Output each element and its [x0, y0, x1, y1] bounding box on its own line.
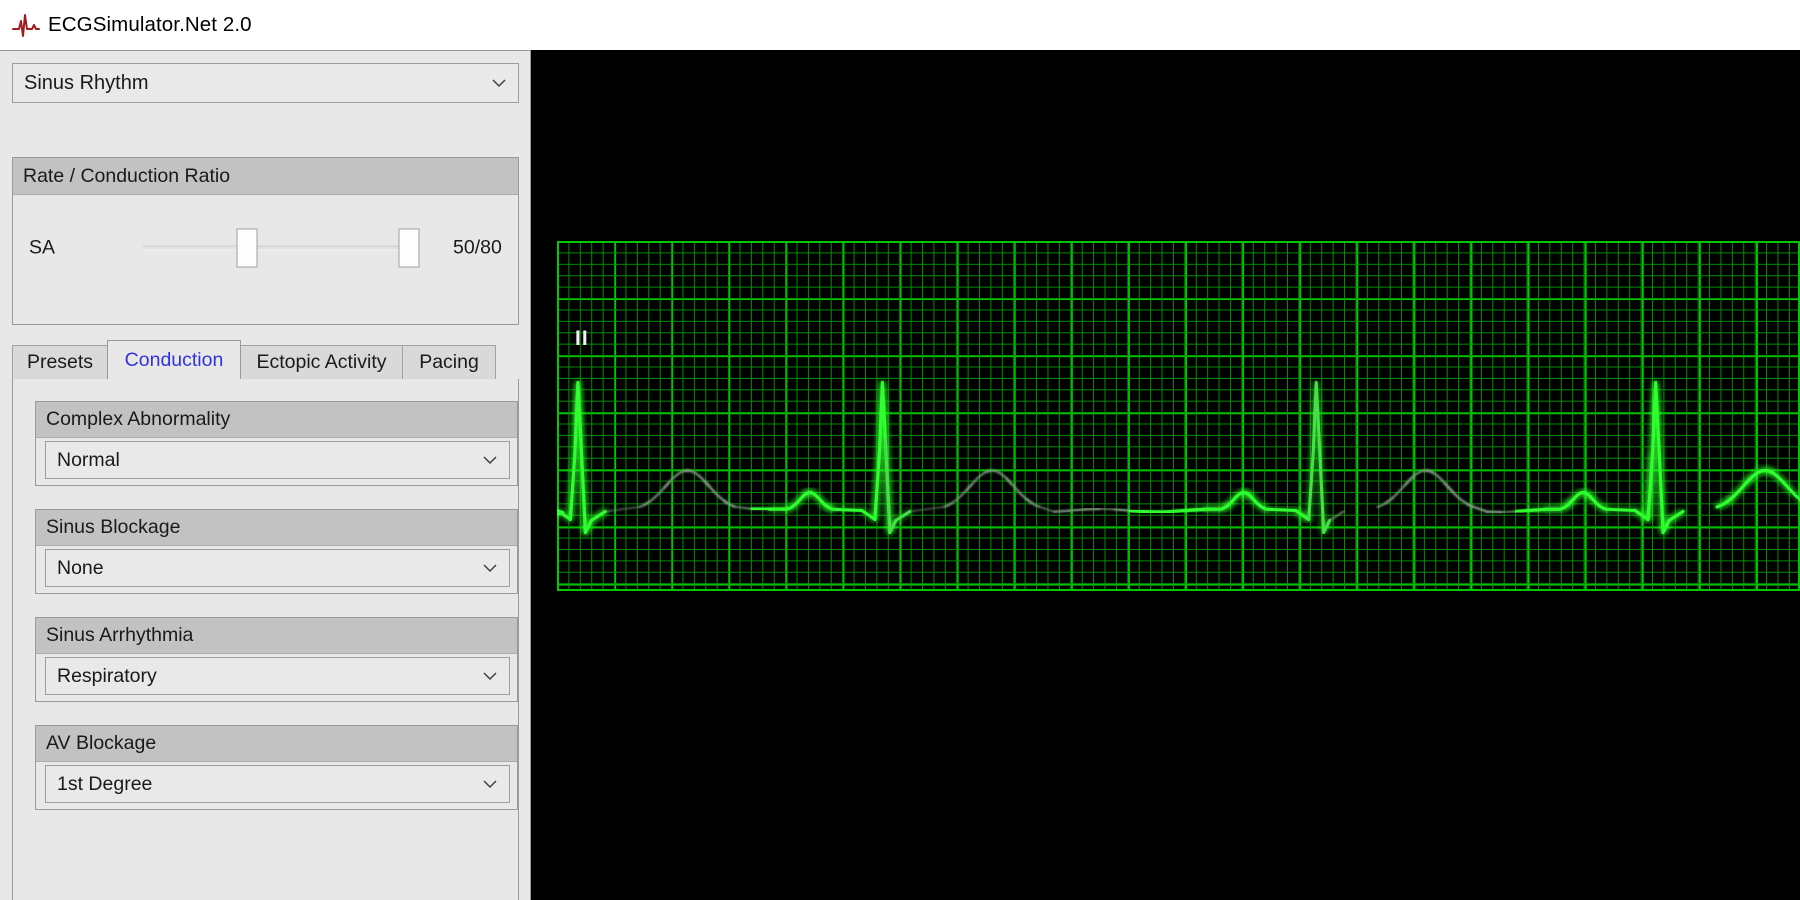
av-blockage-group: AV Blockage 1st Degree: [35, 725, 518, 810]
chevron-down-icon: [483, 780, 497, 789]
chevron-down-icon: [483, 564, 497, 573]
sinus-blockage-title: Sinus Blockage: [46, 516, 181, 538]
tab-ectopic-activity[interactable]: Ectopic Activity: [240, 345, 403, 379]
tab-panel-conduction: Complex Abnormality Normal Sinus Blockage N…: [12, 379, 519, 900]
chevron-down-icon: [492, 79, 506, 88]
chevron-down-icon: [483, 456, 497, 465]
tab-strip: Presets Conduction Ectopic Activity Pacing: [12, 340, 519, 379]
sinus-blockage-group: Sinus Blockage None: [35, 509, 518, 594]
title-bar: ECGSimulator.Net 2.0: [0, 0, 1800, 50]
complex-abnormality-select-value: Normal: [57, 448, 120, 471]
sinus-arrhythmia-body: Respiratory: [36, 654, 517, 701]
av-blockage-body: 1st Degree: [36, 762, 517, 809]
sinus-arrhythmia-header: Sinus Arrhythmia: [36, 618, 517, 654]
tab-presets[interactable]: Presets: [12, 345, 108, 379]
sa-range-slider[interactable]: [131, 221, 429, 275]
rhythm-select-value: Sinus Rhythm: [24, 71, 149, 94]
sinus-arrhythmia-select[interactable]: Respiratory: [45, 657, 510, 695]
tab-label: Presets: [26, 351, 94, 373]
ecg-grid: [557, 241, 1800, 591]
app-title: ECGSimulator.Net 2.0: [48, 13, 252, 36]
slider-thumb-high[interactable]: [398, 228, 420, 268]
sinus-arrhythmia-select-value: Respiratory: [57, 664, 157, 687]
rate-group-body: SA 50/80: [13, 195, 518, 324]
lead-label: II: [575, 327, 589, 350]
tab-pacing[interactable]: Pacing: [402, 345, 496, 379]
av-blockage-header: AV Blockage: [36, 726, 517, 762]
av-blockage-select-value: 1st Degree: [57, 772, 153, 795]
slider-thumb-low[interactable]: [236, 228, 258, 268]
sinus-blockage-select-value: None: [57, 556, 104, 579]
tab-conduction[interactable]: Conduction: [107, 340, 241, 379]
sinus-arrhythmia-title: Sinus Arrhythmia: [46, 624, 194, 646]
control-panel: Sinus Rhythm Rate / Conduction Ratio SA …: [0, 50, 531, 900]
sinus-blockage-body: None: [36, 546, 517, 593]
complex-abnormality-group: Complex Abnormality Normal: [35, 401, 518, 486]
complex-abnormality-title: Complex Abnormality: [46, 408, 231, 430]
sinus-blockage-header: Sinus Blockage: [36, 510, 517, 546]
slider-track[interactable]: [143, 245, 417, 251]
av-blockage-select[interactable]: 1st Degree: [45, 765, 510, 803]
tab-label: Conduction: [124, 348, 224, 371]
rhythm-select[interactable]: Sinus Rhythm: [12, 63, 519, 103]
sinus-arrhythmia-group: Sinus Arrhythmia Respiratory: [35, 617, 518, 702]
ecg-display: II: [531, 50, 1800, 900]
complex-abnormality-body: Normal: [36, 438, 517, 485]
rate-conduction-ratio-group: Rate / Conduction Ratio SA 50/80: [12, 157, 519, 325]
chevron-down-icon: [483, 672, 497, 681]
rate-group-header: Rate / Conduction Ratio: [13, 158, 518, 195]
sinus-blockage-select[interactable]: None: [45, 549, 510, 587]
rate-group-title: Rate / Conduction Ratio: [23, 164, 231, 187]
complex-abnormality-select[interactable]: Normal: [45, 441, 510, 479]
sa-slider-label: SA: [29, 236, 56, 259]
tab-label: Pacing: [419, 351, 479, 373]
ecg-simulator-window: ECGSimulator.Net 2.0 Sinus Rhythm Rate /…: [0, 0, 1800, 900]
sa-slider-row: SA 50/80: [13, 221, 518, 275]
tab-label: Ectopic Activity: [256, 351, 387, 373]
sa-slider-value: 50/80: [453, 236, 502, 259]
complex-abnormality-header: Complex Abnormality: [36, 402, 517, 438]
ecg-waveform-icon: [12, 14, 40, 37]
av-blockage-title: AV Blockage: [46, 732, 157, 754]
